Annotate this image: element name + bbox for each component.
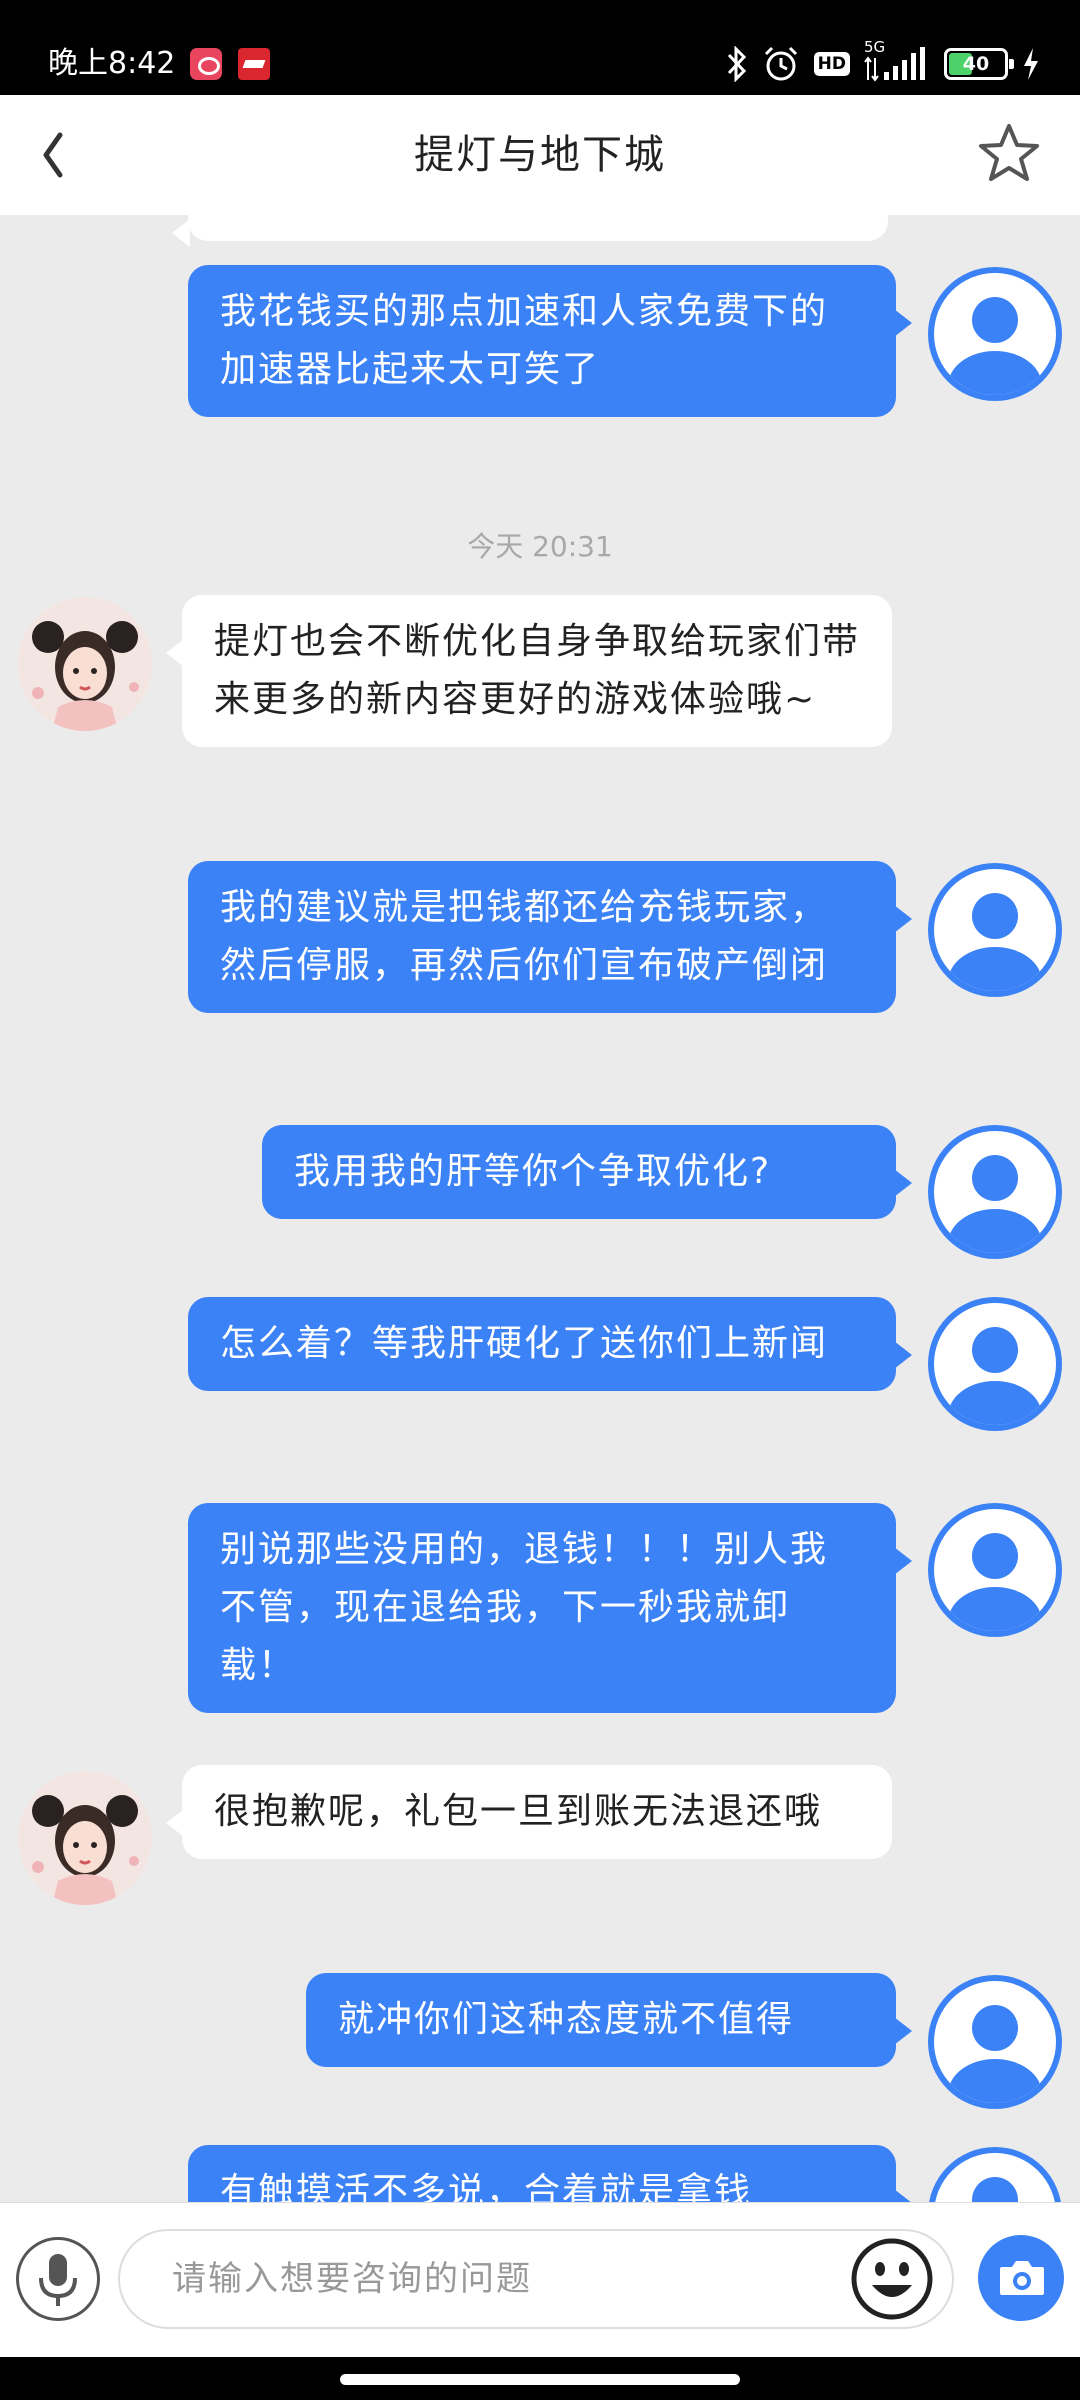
top-nav-bar: 提灯与地下城 [0,95,1080,215]
message-bubble-user: 我用我的肝等你个争取优化? [262,1125,912,1219]
chat-timestamp: 今天 20:31 [467,530,613,563]
smiley-icon[interactable] [850,2237,934,2321]
user-avatar [928,1975,1062,2109]
user-avatar [928,1297,1062,1431]
chevron-left-icon[interactable] [30,125,80,185]
app-notification-icon-2 [238,48,270,80]
agent-avatar [18,1771,152,1905]
status-time: 晚上8:42 [48,46,176,81]
message-bubble-user: 就冲你们这种态度就不值得 [306,1973,912,2067]
bluetooth-icon [727,46,746,82]
message-bubble-user: 别说那些没用的，退钱！！！别人我不管，现在退给我，下一秒我就卸载！ [188,1503,912,1713]
star-icon[interactable] [976,121,1042,187]
charging-icon [1024,48,1038,80]
user-avatar [928,1503,1062,1637]
battery-indicator: 40 [944,48,1014,80]
user-avatar [928,267,1062,401]
camera-button[interactable] [978,2235,1064,2321]
message-bubble-agent: 很抱歉呢，礼包一旦到账无法退还哦 [166,1765,892,1859]
hd-badge: HD [813,52,850,76]
camera-icon [1000,2261,1044,2295]
user-avatar [928,1125,1062,1259]
chat-input-bar: 请输入想要咨询的问题 [0,2202,1080,2357]
page-title: 提灯与地下城 [414,132,666,178]
signal-icon [864,47,925,82]
status-bar: 晚上8:42 HD 5G 40 [0,0,1080,95]
agent-avatar [18,597,152,731]
message-bubble-agent: 提灯也会不断优化自身争取给玩家们带来更多的新内容更好的游戏体验哦~ [166,595,892,747]
alarm-icon [764,46,797,81]
message-bubble-user: 怎么着？等我肝硬化了送你们上新闻 [188,1297,912,1391]
message-bubble-user: 我的建议就是把钱都还给充钱玩家，然后停服，再然后你们宣布破产倒闭 [188,861,912,1013]
microphone-icon [39,2254,77,2306]
message-bubble-partial [172,215,888,247]
network-type: 5G [864,38,930,84]
user-avatar [928,863,1062,997]
app-notification-icon [190,48,222,80]
input-placeholder: 请输入想要咨询的问题 [172,2259,532,2299]
home-indicator[interactable] [340,2374,740,2385]
microphone-button[interactable] [16,2237,100,2321]
chat-message-list[interactable]: 我花钱买的那点加速和人家免费下的加速器比起来太可笑了 今天 20:31 提灯也会… [0,215,1080,2220]
message-bubble-user: 我花钱买的那点加速和人家免费下的加速器比起来太可笑了 [188,265,912,417]
